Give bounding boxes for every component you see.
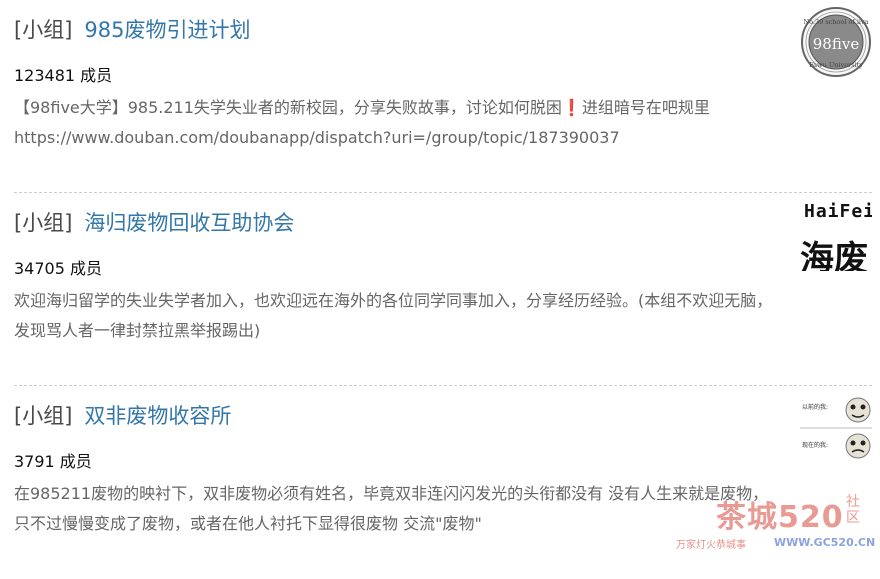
group-title-row: [小组] 985废物引进计划 <box>14 14 250 44</box>
description-text: 【98five大学】985.211失学失业者的新校园，分享失败故事，讨论如何脱困 <box>14 98 562 117</box>
group-name-link[interactable]: 海归废物回收互助协会 <box>84 207 294 237</box>
svg-text:Fawu University: Fawu University <box>809 61 863 69</box>
group-item: [小组] 双非废物收容所 3791 成员 在985211废物的映衬下，双非废物必… <box>14 386 872 579</box>
group-title-row: [小组] 海归废物回收互助协会 <box>14 207 294 237</box>
group-title-row: [小组] 双非废物收容所 <box>14 400 231 430</box>
member-count: 3791 成员 <box>14 452 92 471</box>
group-type-tag: [小组] <box>14 404 73 428</box>
group-description: 欢迎海归留学的失业失学者加入，也欢迎远在海外的各位同学同事加入，分享经历经验。(… <box>14 291 773 340</box>
meme-panda-icon: 以前的我: 现在的我: <box>800 392 872 464</box>
group-type-tag: [小组] <box>14 211 73 235</box>
exclamation-icon: ❗ <box>561 98 582 117</box>
group-name-link[interactable]: 双非废物收容所 <box>84 400 231 430</box>
svg-text:以前的我:: 以前的我: <box>802 403 828 411</box>
group-name-link[interactable]: 985废物引进计划 <box>84 14 250 44</box>
avatar-text-latin: HaiFei <box>804 201 872 222</box>
group-item: [小组] 海归废物回收互助协会 34705 成员 欢迎海归留学的失业失学者加入，… <box>14 193 872 386</box>
university-seal-icon: No.39 school of iiva 98five Fawu Univers… <box>801 7 871 77</box>
group-avatar[interactable]: HaiFei 海废 <box>800 199 872 271</box>
avatar-text-chinese: 海废 <box>800 239 868 271</box>
svg-text:现在的我:: 现在的我: <box>802 441 828 449</box>
group-avatar[interactable]: No.39 school of iiva 98five Fawu Univers… <box>800 6 872 78</box>
svg-text:No.39 school of iiva: No.39 school of iiva <box>803 18 868 26</box>
group-description: 【98five大学】985.211失学失业者的新校园，分享失败故事，讨论如何脱困… <box>14 93 779 153</box>
member-count: 123481 成员 <box>14 66 113 85</box>
group-description: 在985211废物的映衬下，双非废物必须有姓名，毕竟双非连闪闪发光的头衔都没有 … <box>14 484 769 533</box>
group-item: [小组] 985废物引进计划 123481 成员 【98five大学】985.2… <box>14 0 872 193</box>
group-type-tag: [小组] <box>14 18 73 42</box>
member-count: 34705 成员 <box>14 259 102 278</box>
group-avatar[interactable]: 以前的我: 现在的我: <box>800 392 872 464</box>
svg-text:98five: 98five <box>813 35 860 53</box>
